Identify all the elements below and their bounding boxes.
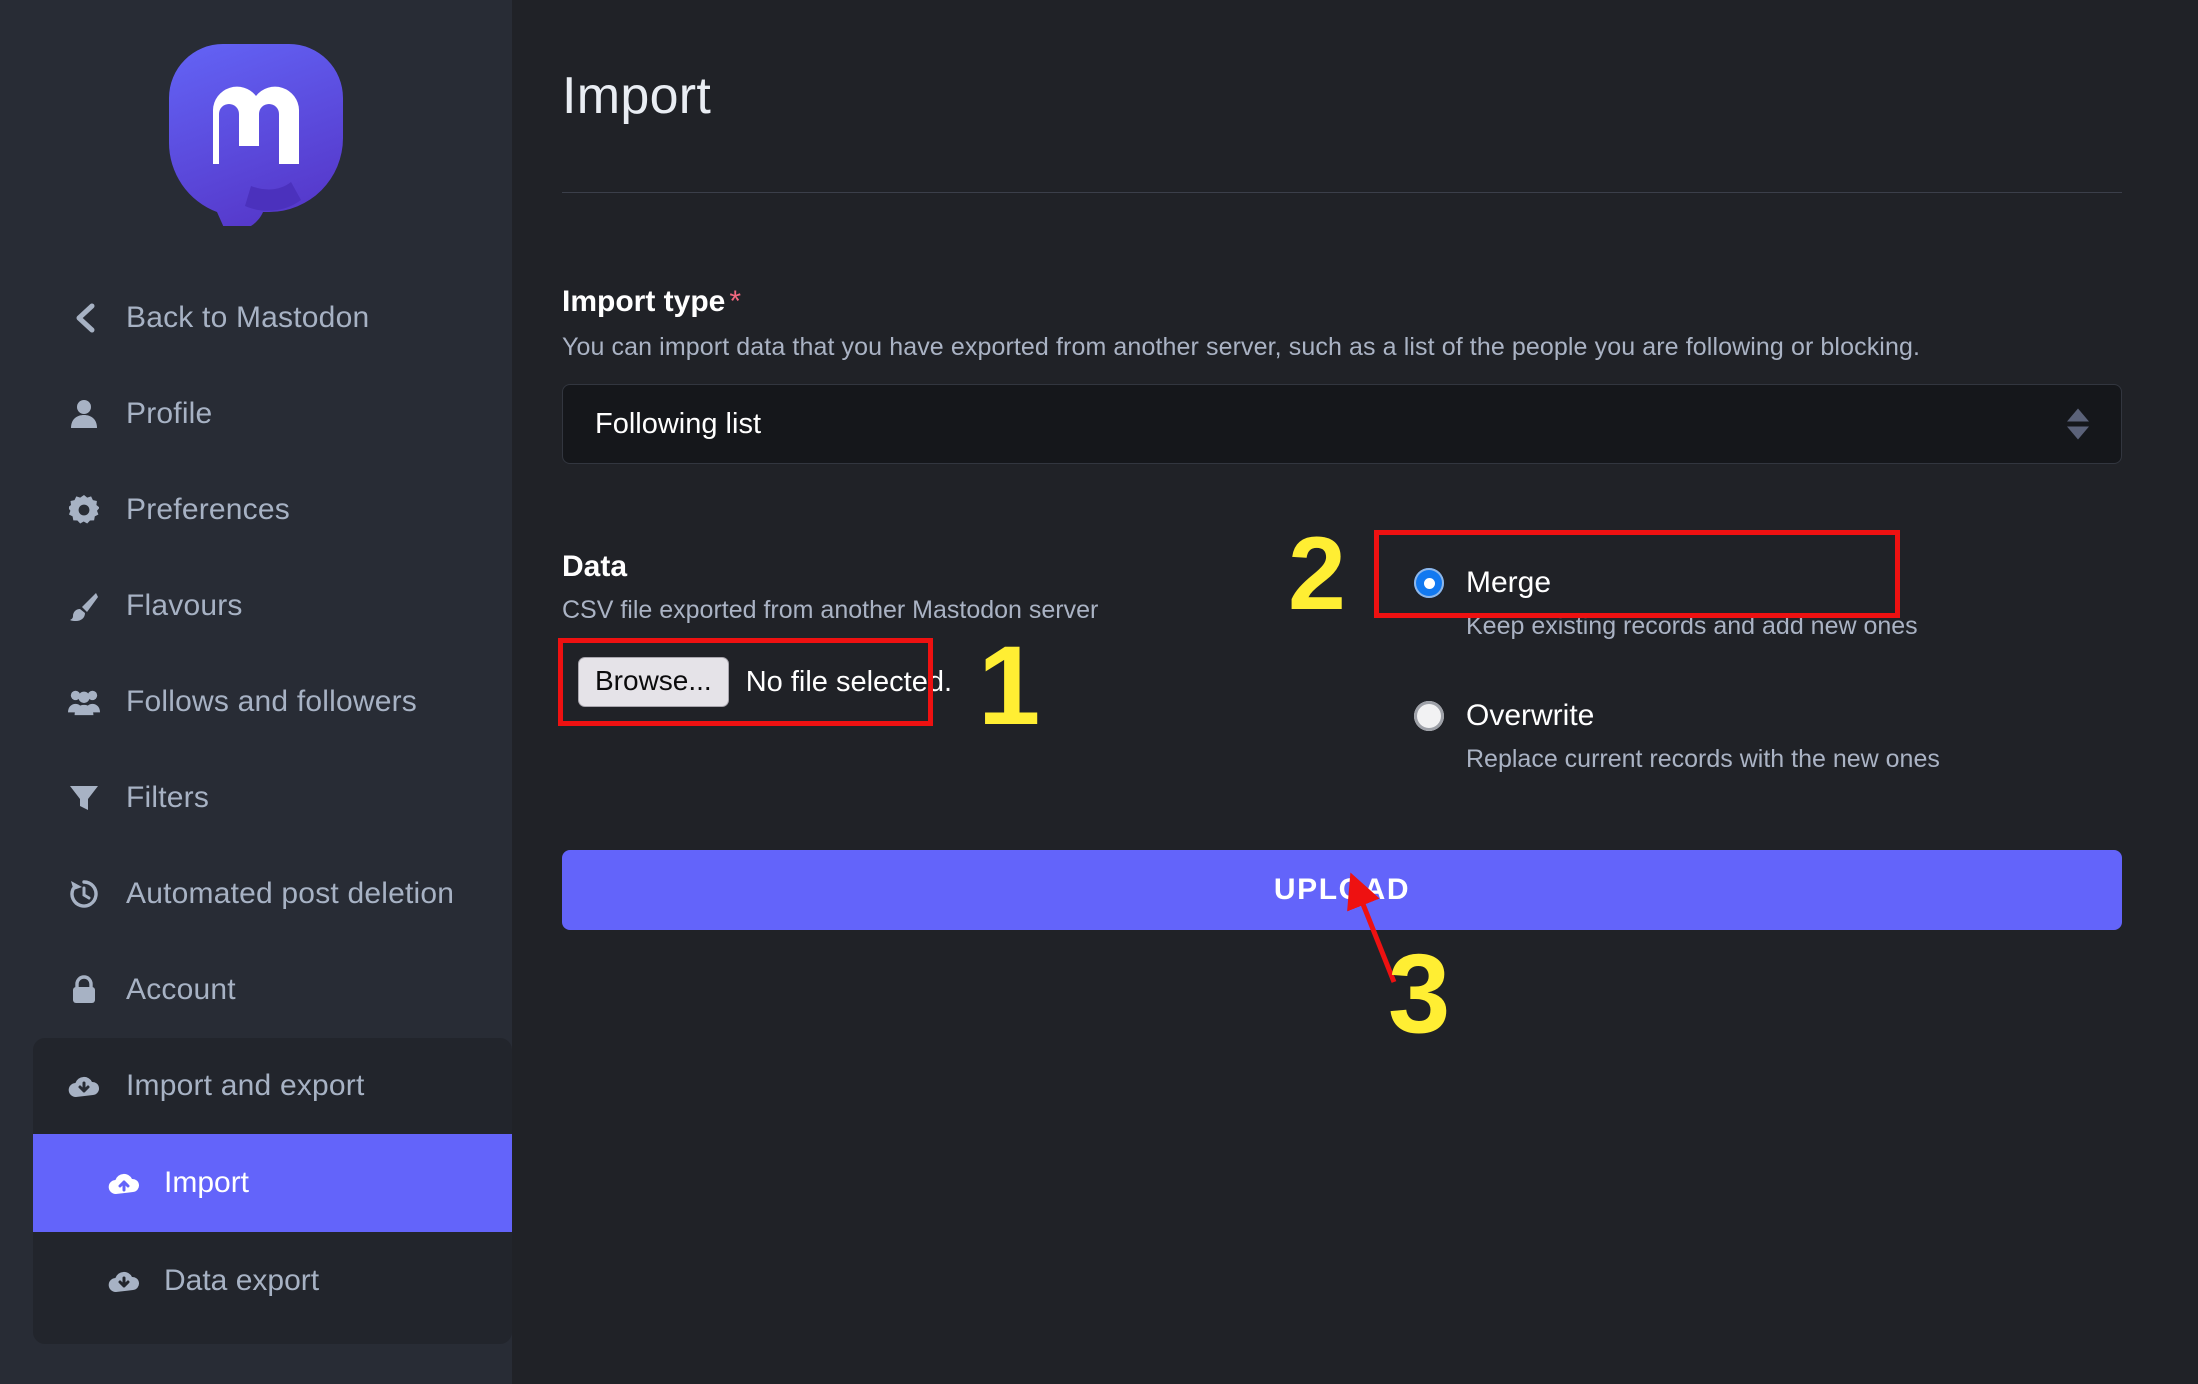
sidebar-item-follows-and-followers[interactable]: Follows and followers (0, 654, 512, 750)
cloud-download-icon (108, 1265, 140, 1297)
data-hint: CSV file exported from another Mastodon … (562, 596, 1099, 624)
radio-overwrite-desc: Replace current records with the new one… (1466, 745, 1940, 773)
import-type-label: Import type * (562, 285, 2122, 319)
browse-button[interactable]: Browse... (578, 657, 729, 708)
sidebar-item-label: Data export (164, 1264, 320, 1297)
sidebar-item-profile[interactable]: Profile (0, 366, 512, 462)
import-type-selected-value: Following list (595, 407, 761, 440)
sidebar-item-import[interactable]: Import (33, 1134, 512, 1232)
file-input[interactable]: Browse... No file selected. (562, 643, 968, 721)
radio-merge-desc: Keep existing records and add new ones (1466, 612, 1918, 640)
paintbrush-icon (68, 590, 100, 622)
data-label: Data (562, 550, 628, 583)
sidebar-item-flavours[interactable]: Flavours (0, 558, 512, 654)
import-type-label-text: Import type (562, 285, 726, 318)
data-and-mode-row: Data CSV file exported from another Mast… (562, 550, 2122, 790)
radio-merge[interactable] (1414, 568, 1444, 598)
people-icon (68, 686, 100, 718)
sidebar: Back to Mastodon Profile Preferences Fla… (0, 0, 512, 1384)
radio-overwrite[interactable] (1414, 701, 1444, 731)
cloud-download-icon (68, 1070, 100, 1102)
sidebar-group-import-and-export: Import and export Import Data export (33, 1038, 512, 1344)
sidebar-item-filters[interactable]: Filters (0, 750, 512, 846)
logo-container (0, 0, 512, 262)
import-type-select[interactable]: Following list (562, 384, 2122, 464)
chevron-updown-icon[interactable] (2067, 408, 2089, 440)
main-content: Import Import type * You can import data … (512, 0, 2198, 1384)
settings-page: Back to Mastodon Profile Preferences Fla… (0, 0, 2198, 1384)
mode-column: Merge Keep existing records and add new … (1392, 550, 2122, 790)
sidebar-item-account[interactable]: Account (0, 942, 512, 1038)
page-title: Import (562, 67, 712, 125)
import-type-hint: You can import data that you have export… (562, 333, 1921, 361)
sidebar-item-label: Flavours (126, 589, 243, 622)
gear-icon (68, 494, 100, 526)
sidebar-item-automated-post-deletion[interactable]: Automated post deletion (0, 846, 512, 942)
sidebar-item-label: Preferences (126, 493, 290, 526)
sidebar-item-label: Account (126, 973, 236, 1006)
sidebar-item-label: Import (164, 1166, 250, 1199)
chevron-left-icon (68, 302, 100, 334)
radio-merge-label: Merge (1466, 566, 1552, 599)
cloud-upload-icon (108, 1167, 140, 1199)
lock-icon (68, 974, 100, 1006)
sidebar-nav: Back to Mastodon Profile Preferences Fla… (0, 262, 512, 1344)
sidebar-item-import-and-export[interactable]: Import and export (33, 1038, 512, 1134)
sidebar-item-label: Automated post deletion (126, 877, 455, 910)
radio-option-merge[interactable]: Merge Keep existing records and add new … (1392, 550, 2122, 657)
radio-option-overwrite[interactable]: Overwrite Replace current records with t… (1392, 683, 2122, 790)
sidebar-item-data-export[interactable]: Data export (33, 1232, 512, 1330)
radio-overwrite-label: Overwrite (1466, 699, 1595, 732)
funnel-icon (68, 782, 100, 814)
required-marker: * (729, 285, 742, 318)
data-column: Data CSV file exported from another Mast… (562, 550, 1392, 790)
header-divider (562, 192, 2122, 193)
sidebar-item-label: Follows and followers (126, 685, 417, 718)
file-status-text: No file selected. (745, 665, 953, 698)
sidebar-item-label: Profile (126, 397, 213, 430)
history-icon (68, 878, 100, 910)
mastodon-logo (161, 36, 351, 232)
person-icon (68, 398, 100, 430)
upload-button[interactable]: UPLOAD (562, 850, 2122, 930)
sidebar-item-label: Filters (126, 781, 210, 814)
sidebar-item-label: Back to Mastodon (126, 301, 370, 334)
sidebar-item-label: Import and export (126, 1069, 365, 1102)
sidebar-item-back-to-mastodon[interactable]: Back to Mastodon (0, 270, 512, 366)
sidebar-item-preferences[interactable]: Preferences (0, 462, 512, 558)
